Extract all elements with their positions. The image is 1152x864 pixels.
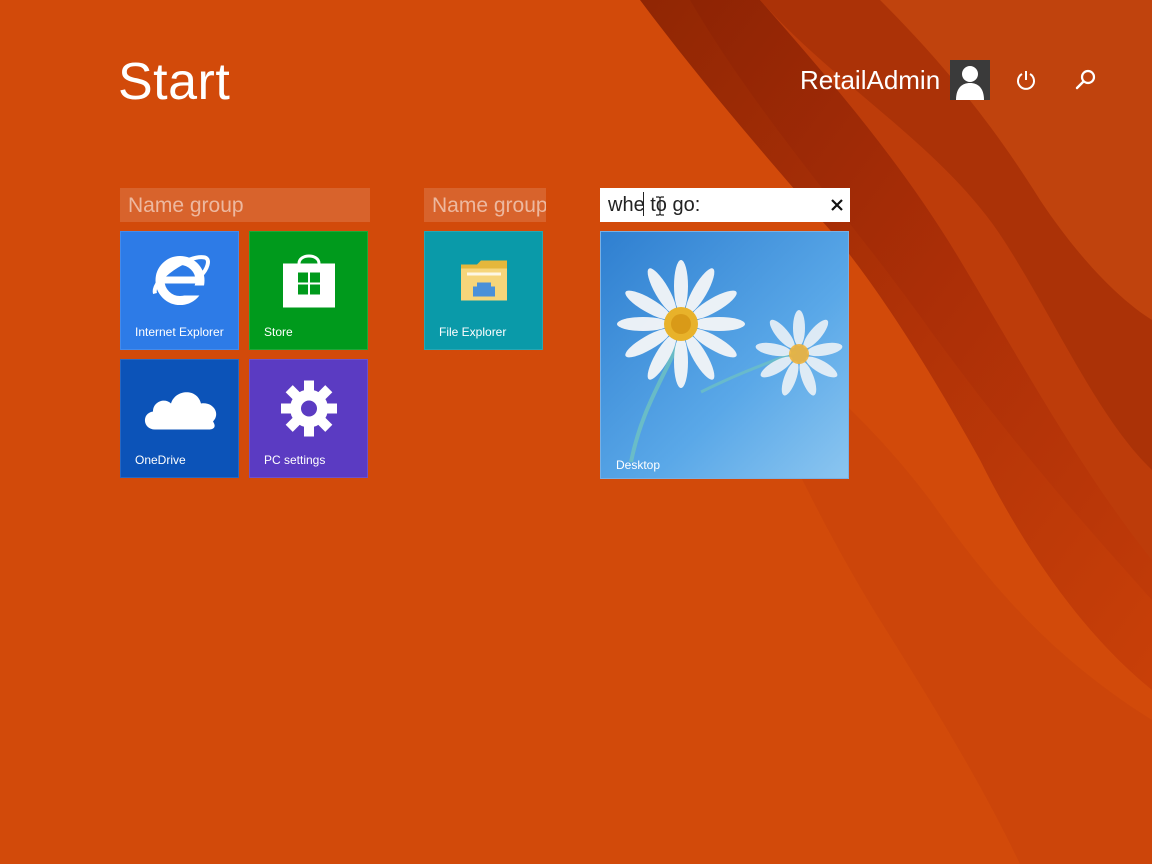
tile-onedrive[interactable]: OneDrive bbox=[120, 359, 239, 478]
tile-label: OneDrive bbox=[135, 453, 186, 467]
user-account-button[interactable]: RetailAdmin bbox=[800, 60, 991, 100]
tile-label: PC settings bbox=[264, 453, 326, 467]
gear-icon bbox=[279, 379, 339, 444]
tile-label: Desktop bbox=[616, 458, 661, 472]
power-icon[interactable] bbox=[1010, 64, 1042, 96]
close-icon[interactable] bbox=[826, 192, 848, 218]
folder-icon bbox=[459, 257, 509, 310]
store-icon bbox=[279, 250, 339, 317]
page-title: Start bbox=[118, 53, 231, 111]
tile-desktop[interactable]: Desktop bbox=[600, 231, 849, 479]
group-name-field-1[interactable]: Name group bbox=[120, 188, 370, 222]
text-caret bbox=[643, 192, 644, 216]
tile-label: Store bbox=[264, 325, 293, 339]
group-name-field-2[interactable]: Name group bbox=[424, 188, 546, 222]
onedrive-icon bbox=[139, 384, 221, 439]
user-avatar-icon bbox=[950, 60, 991, 100]
search-icon[interactable] bbox=[1070, 64, 1102, 96]
text-cursor-icon bbox=[656, 196, 664, 216]
user-name: RetailAdmin bbox=[800, 64, 941, 95]
tile-label: Internet Explorer bbox=[135, 325, 224, 339]
group-name-input-3[interactable]: whe to go: bbox=[600, 188, 850, 222]
tile-internet-explorer[interactable]: Internet Explorer bbox=[120, 231, 239, 350]
tile-label: File Explorer bbox=[439, 325, 507, 339]
tile-pc-settings[interactable]: PC settings bbox=[249, 359, 368, 478]
internet-explorer-icon bbox=[149, 250, 211, 317]
tile-store[interactable]: Store bbox=[249, 231, 368, 350]
desktop-wallpaper-image bbox=[601, 232, 848, 478]
tile-file-explorer[interactable]: File Explorer bbox=[424, 231, 543, 350]
